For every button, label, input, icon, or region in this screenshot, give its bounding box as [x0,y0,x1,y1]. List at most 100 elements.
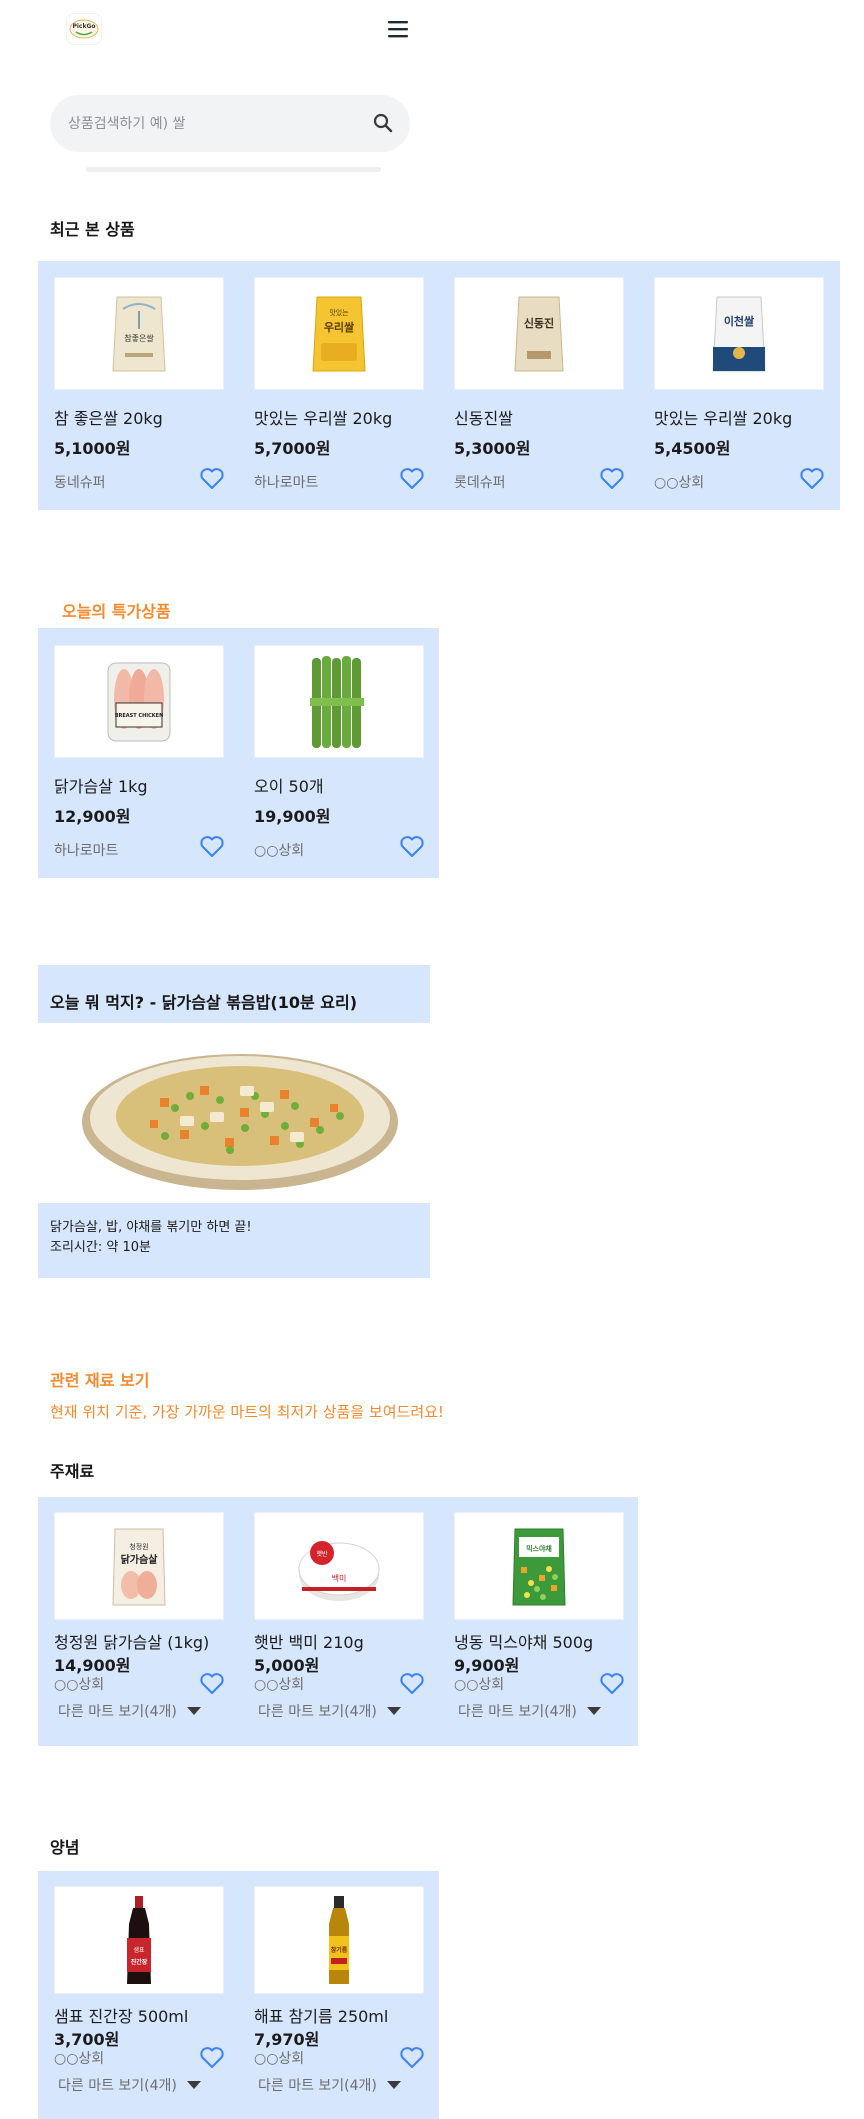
caret-down-icon [186,2081,201,2089]
product-label: 백미 [332,1573,347,1583]
product-image: 믹스야채 [454,1512,624,1620]
other-marts-label: 다른 마트 보기(4개) [258,1704,377,1720]
main-ingredients-title: 주재료 [50,1462,95,1481]
product-name: 참 좋은쌀 20kg [54,409,163,428]
product-image: 참좋은쌀 [54,277,224,390]
recipe-header[interactable]: 오늘 뭐 먹지? - 닭가슴살 볶음밥(10분 요리) [38,965,430,1023]
search-input[interactable] [68,95,368,152]
product-name: 닭가슴살 1kg [54,777,148,796]
related-section-title: 관련 재료 보기 [50,1371,150,1390]
product-label: 신동진 [524,316,554,330]
product-name: 오이 50개 [254,777,324,796]
product-name: 청정원 닭가슴살 (1kg) [54,1633,210,1652]
caret-down-icon [186,1707,201,1715]
store-name: 동네슈퍼 [54,475,106,491]
product-price: 5,3000원 [454,439,531,458]
app-logo[interactable]: PickGo [66,13,102,45]
store-name: ○○상회 [54,2051,105,2067]
recent-section-title: 최근 본 상품 [50,220,135,239]
product-name: 샘표 진간장 500ml [54,2007,189,2026]
other-marts-dropdown[interactable]: 다른 마트 보기(4개) [458,1701,601,1721]
store-name: 롯데슈퍼 [454,475,506,491]
product-name: 해표 참기름 250ml [254,2007,389,2026]
heart-icon[interactable] [199,2046,225,2070]
product-image: 청정원닭가슴살 [54,1512,224,1620]
heart-icon[interactable] [199,835,225,859]
heart-icon[interactable] [599,1672,625,1696]
product-price: 3,700원 [54,2030,120,2049]
product-label: 이천쌀 [724,314,754,328]
special-section-title: 오늘의 특가상품 [62,602,171,621]
product-name: 맛있는 우리쌀 20kg [254,409,393,428]
heart-icon[interactable] [399,1672,425,1696]
product-price: 5,1000원 [54,439,131,458]
product-price: 14,900원 [54,1656,131,1675]
seasoning-title: 양념 [50,1838,80,1857]
header: PickGo [0,0,864,60]
product-label: 믹스야채 [526,1544,552,1553]
product-name: 맛있는 우리쌀 20kg [654,409,793,428]
product-label: 우리쌀 [324,320,354,334]
svg-text:맛있는: 맛있는 [329,308,349,317]
caret-down-icon [386,2081,401,2089]
heart-icon[interactable] [399,835,425,859]
product-price: 5,7000원 [254,439,331,458]
recipe-image [80,1038,400,1198]
svg-text:햇반: 햇반 [316,1550,328,1558]
store-name: ○○상회 [254,1677,305,1693]
recipe-desc-line: 닭가슴살, 밥, 야채를 볶기만 하면 끝! [50,1220,252,1235]
other-marts-dropdown[interactable]: 다른 마트 보기(4개) [58,2075,201,2095]
product-name: 햇반 백미 210g [254,1633,364,1652]
store-name: ○○상회 [54,1677,105,1693]
heart-icon[interactable] [399,2046,425,2070]
product-price: 7,970원 [254,2030,320,2049]
heart-icon[interactable] [199,467,225,491]
product-image: 햇반백미 [254,1512,424,1620]
store-name: ○○상회 [654,475,705,491]
product-label: 닭가슴살 [121,1553,159,1566]
other-marts-dropdown[interactable]: 다른 마트 보기(4개) [58,1701,201,1721]
search-icon[interactable] [372,112,394,134]
product-image: 참기름 [254,1886,424,1994]
svg-text:샘표: 샘표 [133,1946,145,1954]
product-name: 냉동 믹스야채 500g [454,1633,594,1652]
other-marts-label: 다른 마트 보기(4개) [258,2078,377,2094]
store-name: ○○상회 [454,1677,505,1693]
store-name: ○○상회 [254,2051,305,2067]
other-marts-dropdown[interactable]: 다른 마트 보기(4개) [258,1701,401,1721]
heart-icon[interactable] [399,467,425,491]
divider [86,167,381,172]
product-name: 신동진쌀 [454,409,513,428]
product-price: 12,900원 [54,807,131,826]
recipe-title: 오늘 뭐 먹지? - 닭가슴살 볶음밥(10분 요리) [50,993,358,1012]
product-price: 5,000원 [254,1656,320,1675]
product-price: 9,900원 [454,1656,520,1675]
product-label: 진간장 [131,1958,148,1966]
product-label: 참기름 [331,1946,348,1954]
heart-icon[interactable] [599,467,625,491]
caret-down-icon [386,1707,401,1715]
related-subtitle: 현재 위치 기준, 가장 가까운 마트의 최저가 상품을 보여드려요! [50,1403,444,1421]
other-marts-label: 다른 마트 보기(4개) [58,2078,177,2094]
svg-text:PickGo: PickGo [72,23,95,30]
product-image: 신동진 [454,277,624,390]
other-marts-dropdown[interactable]: 다른 마트 보기(4개) [258,2075,401,2095]
store-name: 하나로마트 [54,843,119,859]
caret-down-icon [586,1707,601,1715]
heart-icon[interactable] [799,467,825,491]
product-image: 맛있는우리쌀 [254,277,424,390]
product-image: 샘표진간장 [54,1886,224,1994]
product-image [254,645,424,758]
svg-text:청정원: 청정원 [129,1542,148,1551]
store-name: ○○상회 [254,843,305,859]
store-name: 하나로마트 [254,475,319,491]
heart-icon[interactable] [199,1672,225,1696]
product-label: 참좋은쌀 [124,333,154,343]
search-bar [50,95,410,152]
recipe-cook-time: 조리시간: 약 10분 [50,1240,151,1255]
hamburger-menu-icon[interactable] [386,18,410,40]
product-price: 19,900원 [254,807,331,826]
product-image: BREAST CHICKEN [54,645,224,758]
product-image: 이천쌀 [654,277,824,390]
recipe-description: 닭가슴살, 밥, 야채를 볶기만 하면 끝! 조리시간: 약 10분 [38,1203,430,1278]
